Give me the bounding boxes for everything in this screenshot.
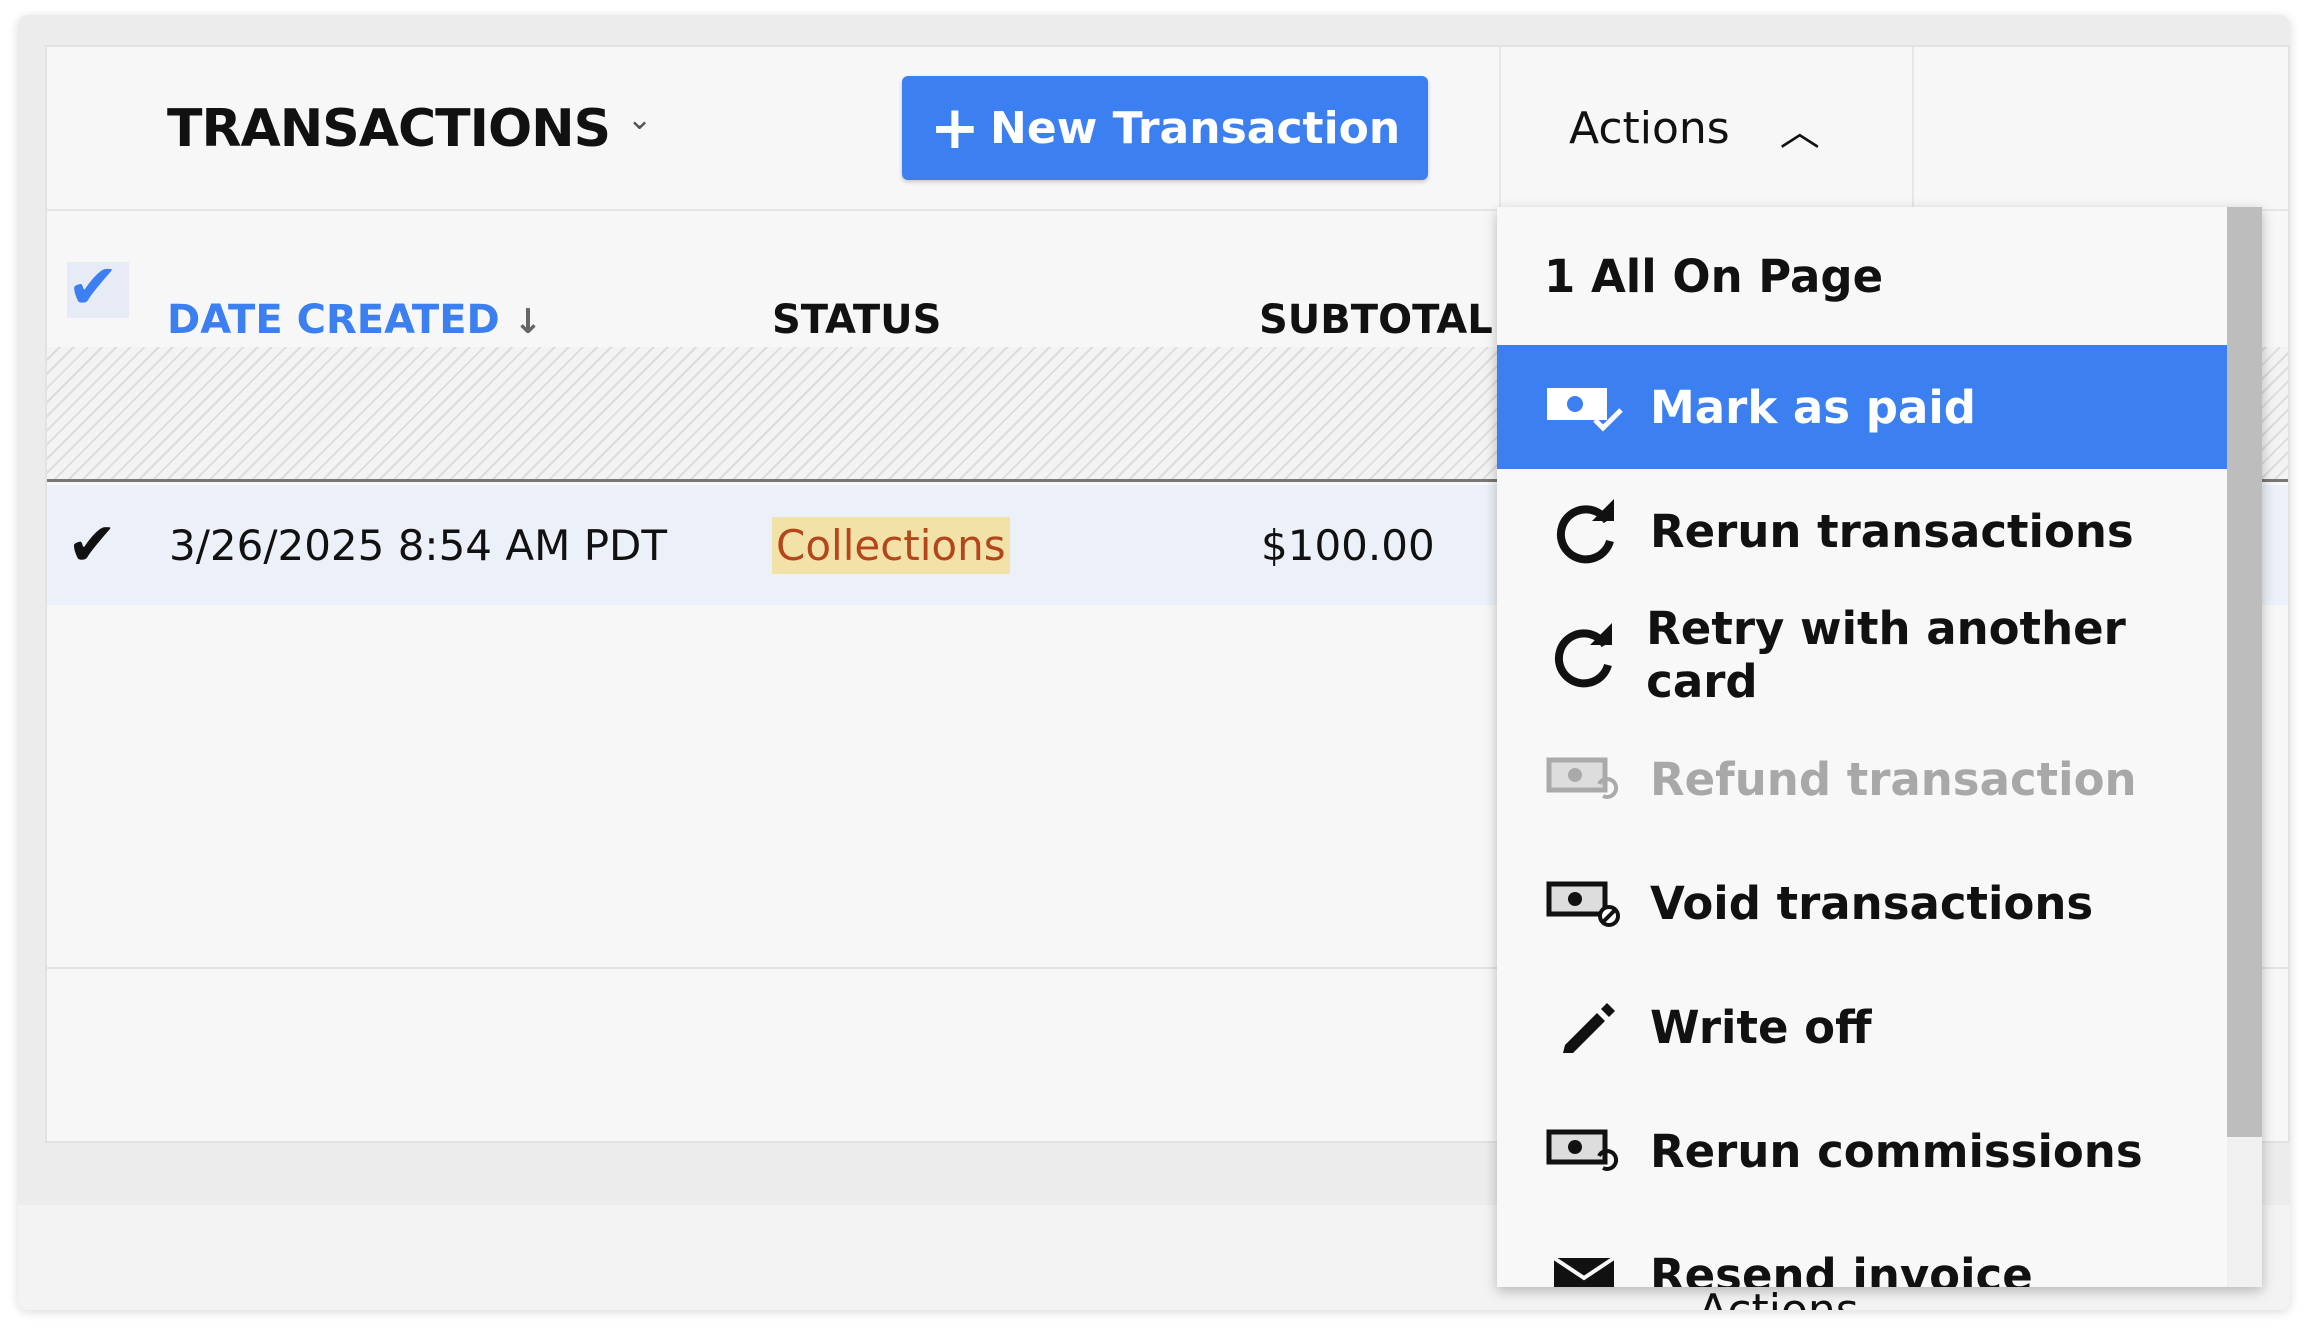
- plus-icon: +: [929, 93, 981, 163]
- actions-menu: 1 All On Page Mark as paid Rerun transac…: [1497, 207, 2262, 1287]
- menu-scrollbar[interactable]: [2227, 207, 2262, 1287]
- menu-item-refund-transaction: Refund transaction: [1497, 717, 2227, 841]
- new-transaction-label: New Transaction: [990, 102, 1401, 154]
- actions-label: Actions: [1569, 102, 1730, 154]
- menu-item-label: Rerun commissions: [1650, 1124, 2143, 1178]
- menu-item-label: Refund transaction: [1650, 752, 2137, 806]
- menu-item-resend-invoice[interactable]: Resend invoice: [1497, 1213, 2227, 1287]
- chevron-down-icon[interactable]: ⌄: [627, 102, 652, 137]
- refresh-icon: [1542, 496, 1632, 566]
- envelope-icon: [1542, 1250, 1632, 1287]
- column-header-date-created[interactable]: DATE CREATED ↓: [167, 297, 542, 343]
- page-title[interactable]: TRANSACTIONS: [167, 99, 611, 159]
- column-header-subtotal[interactable]: SUBTOTAL: [1259, 297, 1493, 343]
- footer-actions-label: Actions: [1698, 1285, 1859, 1310]
- footer-actions-button[interactable]: Actions ⌄: [1698, 1285, 1910, 1310]
- menu-item-mark-as-paid[interactable]: Mark as paid: [1497, 345, 2227, 469]
- select-all-checkbox[interactable]: ✔: [67, 256, 129, 318]
- menu-item-label: Resend invoice: [1650, 1248, 2033, 1288]
- menu-item-void-transactions[interactable]: Void transactions: [1497, 841, 2227, 965]
- scrollbar-thumb[interactable]: [2227, 207, 2262, 1137]
- menu-item-label: Rerun transactions: [1650, 504, 2134, 558]
- status-badge: Collections: [772, 516, 1010, 574]
- refresh-icon: [1542, 620, 1628, 690]
- menu-item-rerun-commissions[interactable]: Rerun commissions: [1497, 1089, 2227, 1213]
- row-date: 3/26/2025 8:54 AM PDT: [169, 520, 668, 570]
- menu-item-label: Retry with another card: [1646, 602, 2126, 708]
- sort-desc-icon: ↓: [513, 302, 543, 342]
- chevron-down-icon: ⌄: [1873, 1285, 1910, 1310]
- row-checkbox[interactable]: ✔: [67, 485, 117, 605]
- menu-item-label: Mark as paid: [1650, 380, 1976, 434]
- actions-dropdown-toggle[interactable]: Actions ︿: [1499, 47, 1914, 209]
- menu-item-retry-another-card[interactable]: Retry with another card: [1497, 593, 2227, 717]
- menu-item-rerun-transactions[interactable]: Rerun transactions: [1497, 469, 2227, 593]
- money-undo-icon: [1542, 754, 1632, 804]
- menu-item-label: Write off: [1650, 1000, 1872, 1054]
- column-header-status[interactable]: STATUS: [772, 297, 941, 343]
- menu-select-all[interactable]: 1 All On Page: [1544, 207, 1883, 345]
- menu-item-label: Void transactions: [1650, 876, 2094, 930]
- pencil-icon: [1542, 997, 1632, 1057]
- row-subtotal: $100.00: [1261, 520, 1435, 570]
- date-created-label: DATE CREATED: [167, 297, 500, 343]
- money-void-icon: [1542, 878, 1632, 928]
- chevron-up-icon: ︿: [1779, 109, 1820, 155]
- new-transaction-button[interactable]: + New Transaction: [902, 76, 1428, 180]
- menu-item-write-off[interactable]: Write off: [1497, 965, 2227, 1089]
- money-undo-icon: [1542, 1126, 1632, 1176]
- money-check-icon: [1542, 382, 1632, 432]
